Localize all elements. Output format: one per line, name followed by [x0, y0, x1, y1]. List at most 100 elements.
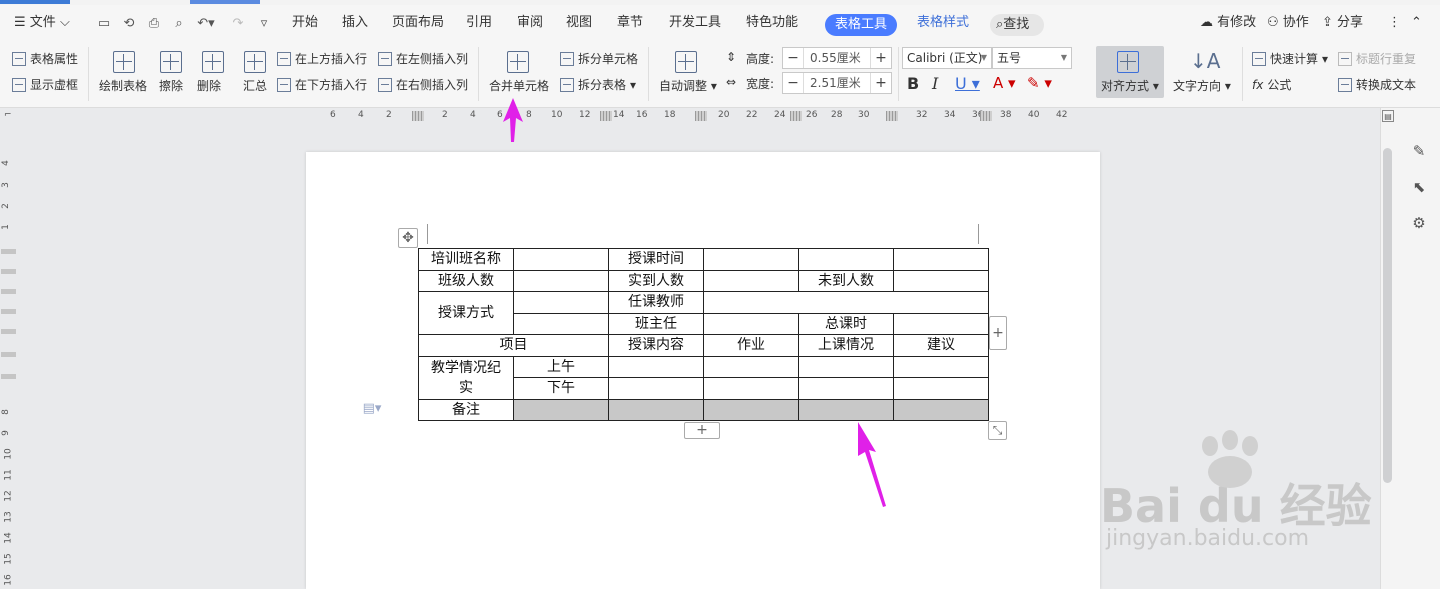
selected-cell[interactable]: [513, 398, 609, 421]
ruler-column-marker[interactable]: [980, 111, 992, 121]
table-cell[interactable]: [703, 248, 799, 271]
ruler-column-marker[interactable]: [790, 111, 802, 121]
table-cell[interactable]: 项目: [418, 334, 609, 357]
save-icon[interactable]: ▭: [96, 15, 112, 31]
split-cell-button[interactable]: 拆分单元格: [560, 50, 638, 67]
tab-developer[interactable]: 开发工具: [669, 5, 721, 41]
add-column-button[interactable]: +: [989, 316, 1007, 350]
table-cell[interactable]: [703, 355, 799, 378]
modified-button[interactable]: ☁ 有修改: [1200, 5, 1256, 41]
table-cell[interactable]: 教学情况纪实: [418, 355, 514, 400]
font-color-icon[interactable]: A ▾: [993, 74, 1016, 92]
summary-icon[interactable]: [244, 51, 266, 73]
table-cell[interactable]: 总课时: [798, 312, 894, 335]
ruler-toggle-icon[interactable]: ▤: [1382, 110, 1394, 122]
insert-below-button[interactable]: 在下方插入行: [277, 76, 367, 93]
tab-table-tools[interactable]: 表格工具: [825, 14, 897, 36]
table-cell[interactable]: [513, 269, 609, 292]
share-button[interactable]: ⇪ 分享: [1322, 5, 1363, 41]
ruler-column-marker[interactable]: [886, 111, 898, 121]
italic-icon[interactable]: I: [932, 74, 938, 93]
tab-table-style[interactable]: 表格样式: [917, 5, 969, 41]
table-move-handle-icon[interactable]: ✥: [398, 228, 418, 248]
table-cell[interactable]: [798, 248, 894, 271]
underline-icon[interactable]: U ▾: [955, 74, 980, 93]
table-cell[interactable]: [798, 377, 894, 400]
table-cell[interactable]: 作业: [703, 334, 799, 357]
settings-sliders-icon[interactable]: ⚙: [1410, 214, 1428, 232]
more-menu-icon[interactable]: ⋮: [1388, 5, 1401, 41]
edit-pen-icon[interactable]: ✎: [1410, 142, 1428, 160]
highlight-icon[interactable]: ✎ ▾: [1027, 74, 1052, 92]
print-icon[interactable]: ⎙: [146, 15, 162, 31]
table-cell[interactable]: [703, 291, 989, 314]
collapse-ribbon-icon[interactable]: ⌃: [1411, 5, 1422, 41]
width-decrease[interactable]: −: [783, 75, 803, 91]
add-row-button[interactable]: +: [684, 422, 720, 439]
more-dropdown-icon[interactable]: ▿: [256, 15, 272, 31]
collab-button[interactable]: ⚇ 协作: [1267, 5, 1309, 41]
draw-table-label[interactable]: 绘制表格: [99, 77, 147, 94]
tab-start[interactable]: 开始: [292, 5, 318, 41]
table-cell[interactable]: 建议: [893, 334, 989, 357]
table-cell[interactable]: 授课时间: [608, 248, 704, 271]
table-cell[interactable]: 实到人数: [608, 269, 704, 292]
table-cell[interactable]: [513, 248, 609, 271]
tab-review[interactable]: 审阅: [517, 5, 543, 41]
selected-cell[interactable]: [608, 398, 704, 421]
table-cell[interactable]: [893, 377, 989, 400]
table-cell[interactable]: 授课内容: [608, 334, 704, 357]
ruler-column-marker[interactable]: [695, 111, 707, 121]
draw-table-icon[interactable]: [113, 51, 135, 73]
insert-above-button[interactable]: 在上方插入行: [277, 50, 367, 67]
insert-right-button[interactable]: 在右侧插入列: [378, 76, 468, 93]
width-stepper[interactable]: −2.51厘米 +: [782, 72, 892, 94]
active-doc-tab[interactable]: [190, 0, 260, 4]
table-resize-handle-icon[interactable]: ⤡: [988, 421, 1007, 440]
table-cell[interactable]: 班级人数: [418, 269, 514, 292]
table-cell[interactable]: [703, 312, 799, 335]
undo-icon[interactable]: ↶▾: [196, 15, 216, 31]
show-grid-button[interactable]: 显示虚框: [12, 76, 78, 93]
height-decrease[interactable]: −: [783, 50, 803, 66]
select-cursor-icon[interactable]: ⬉: [1410, 178, 1428, 196]
formula-button[interactable]: fx 公式: [1252, 76, 1291, 93]
table-props-button[interactable]: 表格属性: [12, 50, 78, 67]
table-cell[interactable]: [608, 377, 704, 400]
table-cell[interactable]: 上午: [513, 355, 609, 378]
table-cell[interactable]: [513, 291, 609, 314]
table-cell[interactable]: 备注: [418, 398, 514, 421]
table-cell[interactable]: [893, 355, 989, 378]
height-value[interactable]: 0.55厘米: [803, 48, 871, 68]
table-cell[interactable]: 任课教师: [608, 291, 704, 314]
align-label[interactable]: 对齐方式 ▾: [1101, 77, 1159, 94]
eraser-icon[interactable]: [160, 51, 182, 73]
ruler-column-marker[interactable]: [412, 111, 424, 121]
table-cell[interactable]: 下午: [513, 377, 609, 400]
table-cell[interactable]: 未到人数: [798, 269, 894, 292]
repeat-header-button[interactable]: 标题行重复: [1338, 50, 1416, 67]
table-cell[interactable]: [703, 269, 799, 292]
text-direction-label[interactable]: 文字方向 ▾: [1173, 77, 1231, 94]
split-table-button[interactable]: 拆分表格 ▾: [560, 76, 636, 93]
table-cell[interactable]: [893, 248, 989, 271]
tab-insert[interactable]: 插入: [342, 5, 368, 41]
table-cell[interactable]: [608, 355, 704, 378]
horizontal-ruler[interactable]: ⌐ 6 4 2 2 4 6 8 10 12 14 16 18 20 22 24 …: [0, 108, 1380, 124]
tab-page-layout[interactable]: 页面布局: [392, 5, 444, 41]
tab-references[interactable]: 引用: [466, 5, 492, 41]
table-cell[interactable]: 班主任: [608, 312, 704, 335]
merge-cells-label[interactable]: 合并单元格: [489, 77, 549, 94]
summary-label[interactable]: 汇总: [243, 77, 267, 94]
course-record-table[interactable]: 培训班名称 授课时间 班级人数 实到人数 未到人数 授课方式 任课教师 班主任 …: [418, 248, 989, 421]
table-cell[interactable]: [513, 312, 609, 335]
tab-chapter[interactable]: 章节: [617, 5, 643, 41]
delete-label[interactable]: 删除: [197, 77, 221, 94]
document-icon[interactable]: ▤▾: [358, 400, 386, 416]
delete-table-icon[interactable]: [202, 51, 224, 73]
erase-label[interactable]: 擦除: [159, 77, 183, 94]
redo-icon[interactable]: ↷: [230, 15, 246, 31]
tab-special[interactable]: 特色功能: [746, 5, 798, 41]
table-cell[interactable]: [893, 312, 989, 335]
to-text-button[interactable]: 转换成文本: [1338, 76, 1416, 93]
